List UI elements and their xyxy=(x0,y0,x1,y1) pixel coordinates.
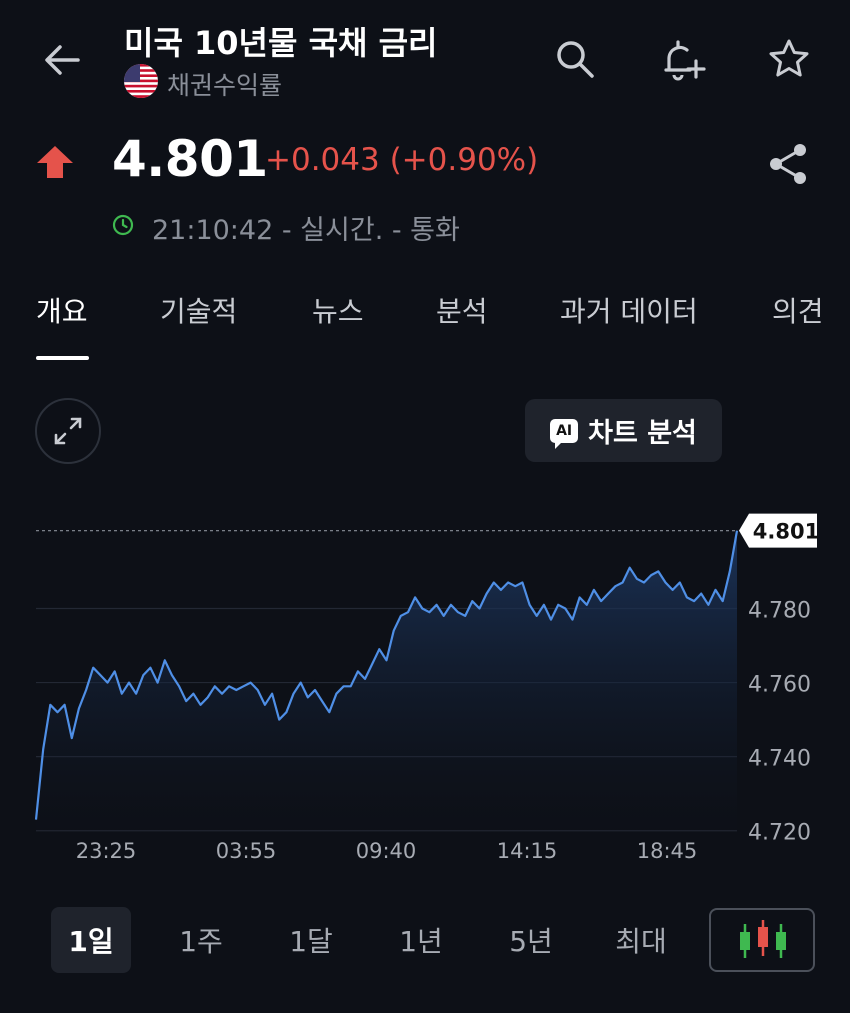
arrow-left-icon xyxy=(45,45,80,75)
back-button[interactable] xyxy=(38,36,86,84)
us-flag-icon xyxy=(124,64,158,98)
range-1year[interactable]: 1년 xyxy=(381,907,461,973)
ai-chart-analysis-label: 차트 분석 xyxy=(588,418,697,449)
x-tick-label: 03:55 xyxy=(216,839,277,863)
tab-historical-data[interactable]: 과거 데이터 xyxy=(560,290,698,330)
price-up-arrow-icon xyxy=(36,144,74,180)
tab-overview[interactable]: 개요 xyxy=(36,290,88,330)
ai-icon: AI xyxy=(550,418,579,449)
tab-analysis[interactable]: 분석 xyxy=(436,290,488,330)
price-change: +0.043 (+0.90%) xyxy=(265,142,539,178)
ai-chart-analysis-button[interactable]: AI 차트 분석 xyxy=(525,399,722,462)
search-button[interactable] xyxy=(552,36,598,82)
candlestick-toggle-button[interactable] xyxy=(709,908,815,972)
range-1week[interactable]: 1주 xyxy=(161,907,241,973)
range-1day[interactable]: 1일 xyxy=(51,907,131,973)
x-tick-label: 18:45 xyxy=(637,839,698,863)
range-1month[interactable]: 1달 xyxy=(271,907,351,973)
expand-icon xyxy=(54,417,82,445)
last-price-tag-label: 4.801 xyxy=(753,520,819,544)
price-area xyxy=(36,530,737,842)
star-icon xyxy=(769,39,809,77)
add-alert-button[interactable] xyxy=(658,36,706,82)
instrument-type: 채권수익률 xyxy=(167,71,283,100)
active-tab-indicator xyxy=(36,356,89,360)
share-icon xyxy=(770,144,806,184)
market-status: 21:10:42 - 실시간. - 통화 xyxy=(152,215,460,246)
y-tick-label: 4.760 xyxy=(748,673,811,698)
page-title: 미국 10년물 국채 금리 xyxy=(124,24,438,62)
y-tick-label: 4.780 xyxy=(748,598,811,623)
range-max[interactable]: 최대 xyxy=(601,907,681,973)
search-icon xyxy=(557,41,594,78)
tab-opinion[interactable]: 의견 xyxy=(772,290,824,330)
range-5years[interactable]: 5년 xyxy=(491,907,571,973)
y-tick-label: 4.740 xyxy=(748,747,811,772)
tab-news[interactable]: 뉴스 xyxy=(312,290,364,330)
fullscreen-button[interactable] xyxy=(35,398,101,464)
watchlist-star-button[interactable] xyxy=(766,36,812,82)
bell-plus-icon xyxy=(664,40,706,81)
x-tick-label: 14:15 xyxy=(497,839,558,863)
x-tick-label: 23:25 xyxy=(76,839,137,863)
share-button[interactable] xyxy=(766,140,812,188)
clock-icon xyxy=(112,214,134,236)
y-tick-label: 4.720 xyxy=(748,821,811,846)
price-chart[interactable]: 4.780 4.760 4.740 4.720 23:25 03:55 09:40 14:1… xyxy=(0,490,850,880)
x-tick-label: 09:40 xyxy=(356,839,417,863)
last-price: 4.801 xyxy=(112,130,268,188)
tab-technical[interactable]: 기술적 xyxy=(160,290,237,330)
candlestick-icon xyxy=(740,920,786,958)
